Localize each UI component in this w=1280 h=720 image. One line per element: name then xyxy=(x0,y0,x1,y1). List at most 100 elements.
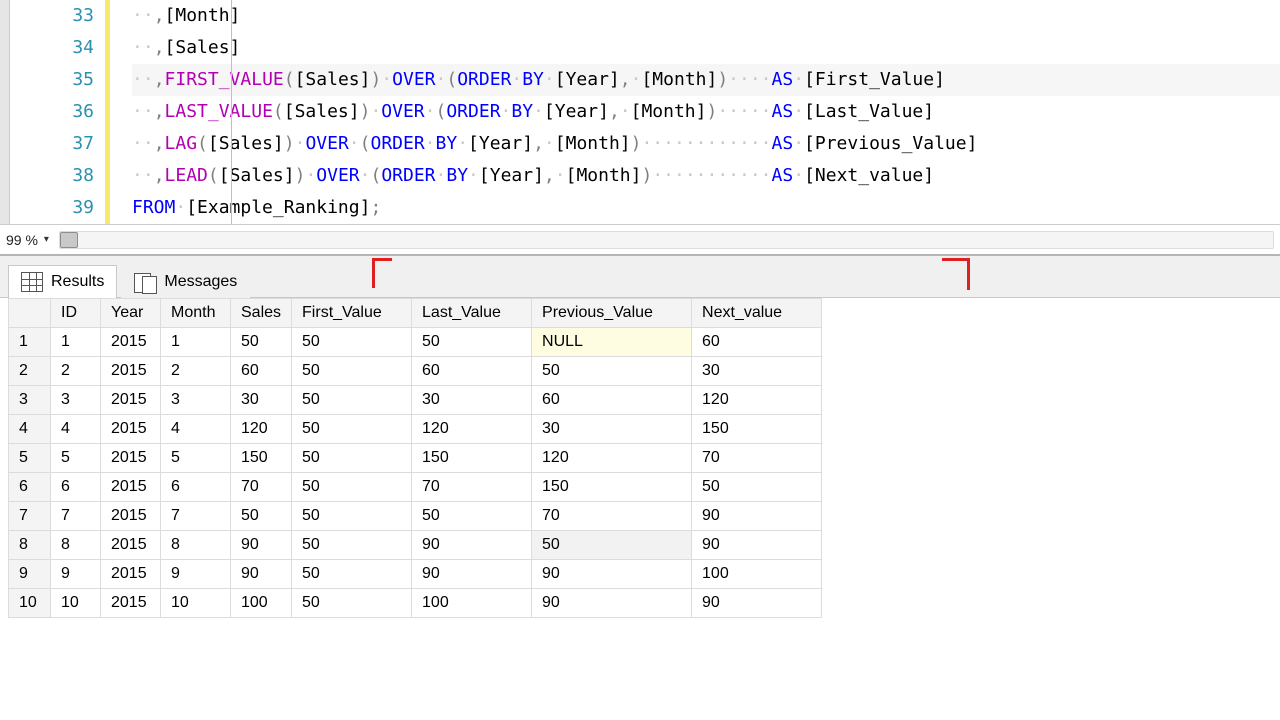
cell[interactable]: 30 xyxy=(412,386,532,415)
cell[interactable]: 30 xyxy=(532,415,692,444)
table-row[interactable]: 992015990509090100 xyxy=(9,560,822,589)
cell[interactable]: 60 xyxy=(231,357,292,386)
sql-editor[interactable]: 33343536373839 ··,[Month]··,[Sales]··,FI… xyxy=(0,0,1280,224)
cell[interactable]: 90 xyxy=(532,589,692,618)
cell[interactable]: 8 xyxy=(161,531,231,560)
row-number[interactable]: 2 xyxy=(9,357,51,386)
cell[interactable]: 8 xyxy=(51,531,101,560)
cell[interactable]: 50 xyxy=(292,328,412,357)
cell[interactable]: 2015 xyxy=(101,386,161,415)
cell[interactable]: 50 xyxy=(292,502,412,531)
cell[interactable]: 6 xyxy=(51,473,101,502)
cell[interactable]: 50 xyxy=(231,502,292,531)
table-row[interactable]: 77201575050507090 xyxy=(9,502,822,531)
cell[interactable]: 3 xyxy=(161,386,231,415)
table-row[interactable]: 22201526050605030 xyxy=(9,357,822,386)
cell[interactable]: 100 xyxy=(692,560,822,589)
row-number[interactable]: 3 xyxy=(9,386,51,415)
code-line-35[interactable]: ··,FIRST_VALUE([Sales])·OVER·(ORDER·BY·[… xyxy=(132,64,1280,96)
cell[interactable]: 70 xyxy=(692,444,822,473)
column-header-previous_value[interactable]: Previous_Value xyxy=(532,299,692,328)
row-number[interactable]: 1 xyxy=(9,328,51,357)
cell[interactable]: 4 xyxy=(51,415,101,444)
cell[interactable]: 50 xyxy=(292,473,412,502)
results-grid[interactable]: IDYearMonthSalesFirst_ValueLast_ValuePre… xyxy=(8,298,822,618)
code-line-33[interactable]: ··,[Month] xyxy=(132,0,1280,32)
cell[interactable]: 50 xyxy=(292,531,412,560)
cell[interactable]: 2015 xyxy=(101,560,161,589)
cell[interactable]: 2015 xyxy=(101,415,161,444)
cell[interactable]: 100 xyxy=(231,589,292,618)
code-line-34[interactable]: ··,[Sales] xyxy=(132,32,1280,64)
row-number[interactable]: 10 xyxy=(9,589,51,618)
table-row[interactable]: 44201541205012030150 xyxy=(9,415,822,444)
cell[interactable]: 120 xyxy=(692,386,822,415)
cell[interactable]: 150 xyxy=(692,415,822,444)
cell[interactable]: 4 xyxy=(161,415,231,444)
cell[interactable]: 30 xyxy=(692,357,822,386)
cell[interactable]: 90 xyxy=(231,531,292,560)
cell[interactable]: NULL xyxy=(532,328,692,357)
zoom-dropdown-icon[interactable]: ▾ xyxy=(44,234,49,245)
code-line-38[interactable]: ··,LEAD([Sales])·OVER·(ORDER·BY·[Year],·… xyxy=(132,160,1280,192)
column-header-sales[interactable]: Sales xyxy=(231,299,292,328)
cell[interactable]: 2015 xyxy=(101,444,161,473)
cell[interactable]: 50 xyxy=(292,357,412,386)
cell[interactable]: 90 xyxy=(692,502,822,531)
cell[interactable]: 150 xyxy=(412,444,532,473)
cell[interactable]: 2 xyxy=(51,357,101,386)
cell[interactable]: 2015 xyxy=(101,531,161,560)
row-number[interactable]: 4 xyxy=(9,415,51,444)
cell[interactable]: 5 xyxy=(51,444,101,473)
table-row[interactable]: 662015670507015050 xyxy=(9,473,822,502)
cell[interactable]: 1 xyxy=(161,328,231,357)
row-number[interactable]: 7 xyxy=(9,502,51,531)
cell[interactable]: 90 xyxy=(532,560,692,589)
cell[interactable]: 10 xyxy=(161,589,231,618)
cell[interactable]: 60 xyxy=(532,386,692,415)
code-line-37[interactable]: ··,LAG([Sales])·OVER·(ORDER·BY·[Year],·[… xyxy=(132,128,1280,160)
table-row[interactable]: 332015330503060120 xyxy=(9,386,822,415)
cell[interactable]: 50 xyxy=(532,357,692,386)
cell[interactable]: 2015 xyxy=(101,328,161,357)
cell[interactable]: 60 xyxy=(412,357,532,386)
cell[interactable]: 6 xyxy=(161,473,231,502)
code-line-39[interactable]: FROM·[Example_Ranking]; xyxy=(132,192,1280,224)
cell[interactable]: 2015 xyxy=(101,473,161,502)
cell[interactable]: 120 xyxy=(412,415,532,444)
cell[interactable]: 50 xyxy=(292,589,412,618)
cell[interactable]: 5 xyxy=(161,444,231,473)
cell[interactable]: 120 xyxy=(532,444,692,473)
column-header-next_value[interactable]: Next_value xyxy=(692,299,822,328)
cell[interactable]: 7 xyxy=(51,502,101,531)
code-lines[interactable]: ··,[Month]··,[Sales]··,FIRST_VALUE([Sale… xyxy=(110,0,1280,224)
cell[interactable]: 150 xyxy=(231,444,292,473)
cell[interactable]: 2 xyxy=(161,357,231,386)
cell[interactable]: 2015 xyxy=(101,357,161,386)
cell[interactable]: 90 xyxy=(231,560,292,589)
cell[interactable]: 50 xyxy=(292,386,412,415)
cell[interactable]: 7 xyxy=(161,502,231,531)
cell[interactable]: 90 xyxy=(412,560,532,589)
table-row[interactable]: 1010201510100501009090 xyxy=(9,589,822,618)
cell[interactable]: 50 xyxy=(231,328,292,357)
tab-messages[interactable]: Messages xyxy=(121,265,250,298)
cell[interactable]: 90 xyxy=(412,531,532,560)
cell[interactable]: 50 xyxy=(412,502,532,531)
row-number[interactable]: 8 xyxy=(9,531,51,560)
cell[interactable]: 9 xyxy=(161,560,231,589)
column-header-id[interactable]: ID xyxy=(51,299,101,328)
cell[interactable]: 150 xyxy=(532,473,692,502)
cell[interactable]: 100 xyxy=(412,589,532,618)
column-header-first_value[interactable]: First_Value xyxy=(292,299,412,328)
column-header-month[interactable]: Month xyxy=(161,299,231,328)
zoom-value[interactable]: 99 % xyxy=(6,232,38,248)
cell[interactable]: 70 xyxy=(231,473,292,502)
row-number[interactable]: 9 xyxy=(9,560,51,589)
cell[interactable]: 50 xyxy=(292,444,412,473)
tab-results[interactable]: Results xyxy=(8,265,117,298)
cell[interactable]: 50 xyxy=(532,531,692,560)
row-number[interactable]: 5 xyxy=(9,444,51,473)
table-row[interactable]: 55201551505015012070 xyxy=(9,444,822,473)
table-row[interactable]: 1120151505050NULL60 xyxy=(9,328,822,357)
